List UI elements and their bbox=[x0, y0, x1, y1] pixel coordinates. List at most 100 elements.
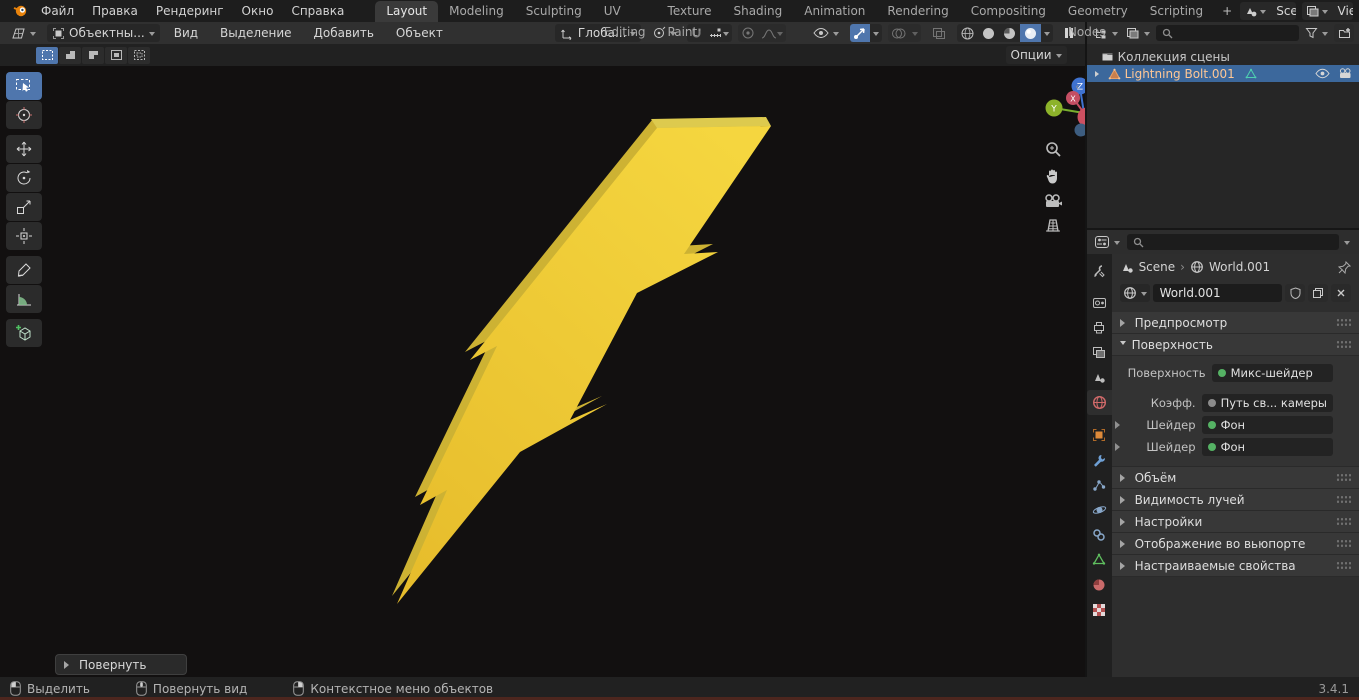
tab-scene[interactable] bbox=[1087, 365, 1112, 390]
visibility-dropdown[interactable] bbox=[808, 24, 844, 42]
panel-settings[interactable]: Настройки bbox=[1111, 511, 1359, 533]
properties-search-input[interactable] bbox=[1126, 234, 1339, 250]
properties-options-chevron[interactable] bbox=[1344, 240, 1350, 248]
snap-target-dropdown[interactable] bbox=[706, 24, 732, 42]
proportional-falloff-dropdown[interactable] bbox=[758, 24, 786, 42]
new-collection-button[interactable] bbox=[1334, 24, 1354, 42]
blender-logo-icon[interactable] bbox=[12, 3, 28, 19]
shading-dropdown[interactable] bbox=[1041, 24, 1053, 42]
factor-value-button[interactable]: Путь св... камеры bbox=[1201, 394, 1333, 412]
show-gizmo-toggle[interactable] bbox=[849, 24, 870, 42]
options-dropdown[interactable]: Опции bbox=[1005, 46, 1067, 64]
pin-id-button[interactable] bbox=[1338, 260, 1351, 274]
tab-view-layer[interactable] bbox=[1087, 340, 1112, 365]
collection-row[interactable]: Коллекция сцены bbox=[1087, 48, 1359, 65]
tab-animation[interactable]: Animation bbox=[793, 1, 876, 22]
fake-user-shield-button[interactable] bbox=[1285, 284, 1305, 302]
menu-help[interactable]: Справка bbox=[282, 0, 353, 22]
tool-rotate[interactable] bbox=[6, 164, 42, 192]
tab-constraints[interactable] bbox=[1087, 522, 1112, 547]
tab-layout[interactable]: Layout bbox=[375, 1, 439, 22]
select-invert-button[interactable] bbox=[105, 46, 127, 64]
tab-tool[interactable] bbox=[1087, 258, 1112, 283]
disable-render-camera-icon[interactable] bbox=[1338, 68, 1353, 79]
shading-solid-button[interactable] bbox=[978, 24, 999, 42]
show-overlays-toggle[interactable] bbox=[888, 24, 909, 42]
camera-view-button[interactable] bbox=[1044, 194, 1063, 209]
drag-dots-icon[interactable] bbox=[1336, 539, 1351, 548]
shading-material-button[interactable] bbox=[999, 24, 1020, 42]
expand-icon[interactable] bbox=[1094, 70, 1102, 77]
drag-dots-icon[interactable] bbox=[1336, 340, 1351, 349]
tab-modeling[interactable]: Modeling bbox=[438, 1, 515, 22]
shading-wireframe-button[interactable] bbox=[957, 24, 978, 42]
tool-measure[interactable] bbox=[6, 285, 42, 313]
tool-add-cube[interactable] bbox=[6, 319, 42, 347]
lightning-bolt-object[interactable] bbox=[0, 66, 1085, 677]
select-set-button[interactable] bbox=[36, 46, 58, 64]
xray-toggle[interactable] bbox=[927, 24, 951, 42]
menu-view[interactable]: Вид bbox=[166, 22, 206, 44]
tab-uv-editing[interactable]: UV Editing bbox=[593, 1, 657, 39]
select-intersect-button[interactable] bbox=[128, 46, 150, 64]
drag-dots-icon[interactable] bbox=[1336, 561, 1351, 570]
sidebar-toggle[interactable]: ‹ bbox=[1075, 80, 1079, 93]
drag-dots-icon[interactable] bbox=[1336, 318, 1351, 327]
tab-world[interactable] bbox=[1086, 390, 1112, 415]
tool-annotate[interactable] bbox=[6, 256, 42, 284]
drag-dots-icon[interactable] bbox=[1336, 473, 1351, 482]
menu-window[interactable]: Окно bbox=[233, 0, 283, 22]
breadcrumb-world[interactable]: World.001 bbox=[1209, 260, 1270, 274]
menu-object[interactable]: Объект bbox=[388, 22, 451, 44]
panel-ray-visibility[interactable]: Видимость лучей bbox=[1111, 489, 1359, 511]
scene-browse-button[interactable] bbox=[1240, 2, 1270, 20]
tab-output[interactable] bbox=[1087, 315, 1112, 340]
operator-panel[interactable]: Повернуть bbox=[55, 654, 187, 675]
menu-add[interactable]: Добавить bbox=[306, 22, 382, 44]
proportional-edit-toggle[interactable] bbox=[738, 24, 758, 42]
panel-volume[interactable]: Объём bbox=[1111, 467, 1359, 489]
breadcrumb-scene[interactable]: Scene bbox=[1139, 260, 1176, 274]
world-name-field[interactable]: World.001 bbox=[1152, 284, 1282, 302]
gizmo-dropdown[interactable] bbox=[870, 24, 882, 42]
viewlayer-name[interactable]: ViewLayer bbox=[1332, 4, 1353, 18]
menu-render[interactable]: Рендеринг bbox=[147, 0, 233, 22]
tool-transform[interactable] bbox=[6, 222, 42, 250]
orthographic-toggle-button[interactable] bbox=[1044, 218, 1062, 233]
tab-compositing[interactable]: Compositing bbox=[960, 1, 1057, 22]
tab-material[interactable] bbox=[1087, 572, 1112, 597]
outliner-filter-dropdown[interactable] bbox=[1303, 24, 1330, 42]
unlink-datablock-button[interactable] bbox=[1331, 284, 1351, 302]
tab-particles[interactable] bbox=[1087, 472, 1112, 497]
panel-preview[interactable]: Предпросмотр bbox=[1111, 312, 1359, 334]
drag-dots-icon[interactable] bbox=[1336, 495, 1351, 504]
outliner-scope-dropdown[interactable] bbox=[1124, 24, 1152, 42]
overlays-dropdown[interactable] bbox=[909, 24, 921, 42]
copy-datablock-button[interactable] bbox=[1308, 284, 1328, 302]
tab-geometry-nodes[interactable]: Geometry Nodes bbox=[1057, 1, 1139, 39]
select-extend-button[interactable] bbox=[59, 46, 81, 64]
expand-arrow-icon[interactable] bbox=[1115, 443, 1124, 451]
tab-rendering[interactable]: Rendering bbox=[876, 1, 959, 22]
browse-world-button[interactable] bbox=[1119, 284, 1150, 302]
shader1-value-button[interactable]: Фон bbox=[1201, 416, 1333, 434]
menu-file[interactable]: Файл bbox=[32, 0, 83, 22]
hide-viewport-eye-icon[interactable] bbox=[1315, 68, 1330, 79]
select-subtract-button[interactable] bbox=[82, 46, 104, 64]
tab-object-data[interactable] bbox=[1087, 547, 1112, 572]
tab-texture-paint[interactable]: Texture Paint bbox=[657, 1, 723, 39]
mode-dropdown[interactable]: Объектны... bbox=[47, 24, 160, 42]
editor-type-button[interactable] bbox=[6, 24, 41, 42]
outliner-search-input[interactable] bbox=[1155, 25, 1299, 41]
zoom-view-button[interactable] bbox=[1044, 140, 1062, 158]
menu-edit[interactable]: Правка bbox=[83, 0, 147, 22]
expand-arrow-icon[interactable] bbox=[1115, 421, 1124, 429]
tool-move[interactable] bbox=[6, 135, 42, 163]
panel-surface[interactable]: Поверхность bbox=[1111, 334, 1359, 356]
viewlayer-browse-button[interactable] bbox=[1302, 2, 1332, 20]
tab-render[interactable] bbox=[1087, 290, 1112, 315]
panel-custom-properties[interactable]: Настраиваемые свойства bbox=[1111, 555, 1359, 577]
shader2-value-button[interactable]: Фон bbox=[1201, 438, 1333, 456]
drag-dots-icon[interactable] bbox=[1336, 517, 1351, 526]
tool-scale[interactable] bbox=[6, 193, 42, 221]
